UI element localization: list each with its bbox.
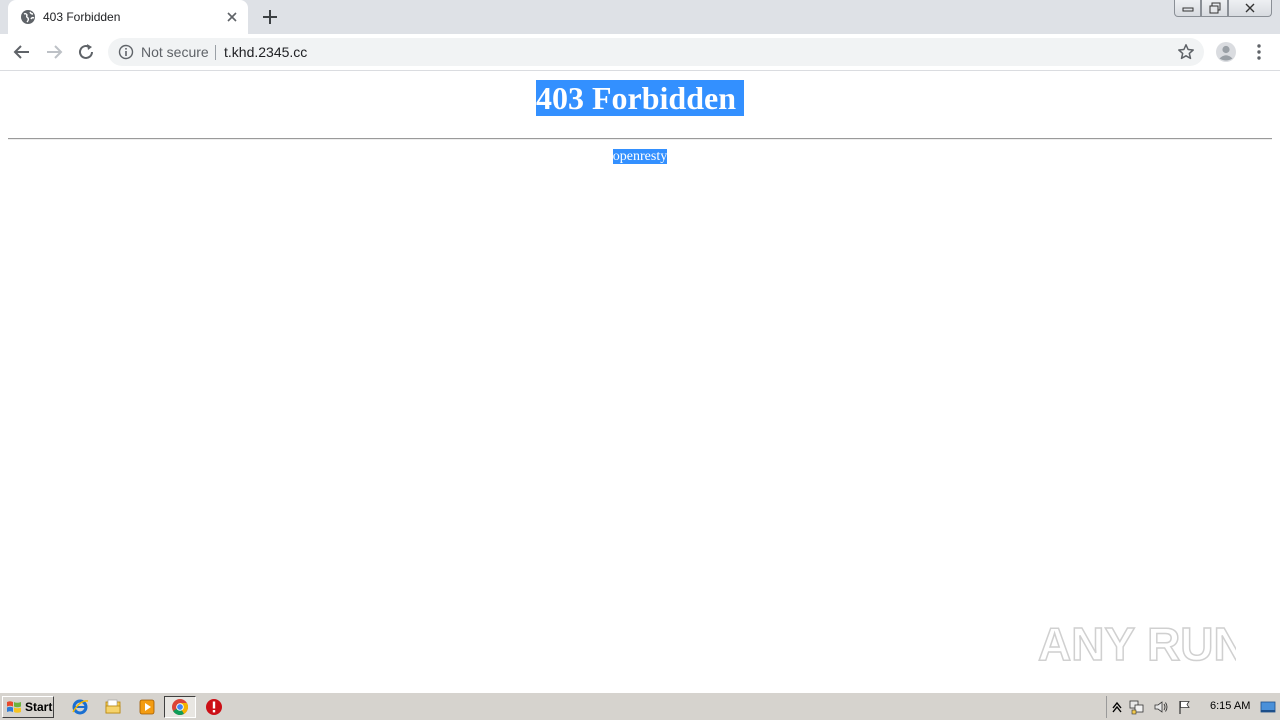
taskbar: Start 6:15 AM [0,692,1280,720]
browser-toolbar: Not secure t.khd.2345.cc [0,34,1280,71]
file-explorer-icon[interactable] [104,698,122,716]
start-button[interactable]: Start [2,696,54,718]
chrome-taskbar-button[interactable] [164,696,196,718]
url-text[interactable]: t.khd.2345.cc [224,44,307,60]
action-center-flag-icon[interactable] [1177,699,1193,715]
omnibox-divider [215,45,216,60]
close-tab-icon[interactable] [224,9,240,25]
close-window-icon [1245,3,1255,13]
close-window-button[interactable] [1228,0,1272,17]
server-signature-text: openresty [612,149,668,164]
back-arrow-icon[interactable] [12,42,32,62]
address-bar[interactable]: Not secure t.khd.2345.cc [108,38,1204,66]
anyrun-watermark: ANY RUN [1037,617,1236,671]
security-status[interactable]: Not secure [141,44,209,60]
new-tab-plus-icon[interactable] [260,7,280,27]
system-tray: 6:15 AM [1106,696,1280,718]
reload-icon[interactable] [76,42,96,62]
chrome-icon [172,699,188,715]
start-label: Start [25,700,53,714]
opera-warning-icon[interactable] [205,698,223,716]
server-signature: openresty [0,148,1280,166]
profile-avatar-icon[interactable] [1215,41,1237,63]
volume-icon[interactable] [1153,699,1169,715]
forward-arrow-icon[interactable] [44,42,64,62]
media-player-icon[interactable] [138,698,156,716]
window-controls [1174,0,1272,18]
minimize-button[interactable] [1174,0,1201,17]
page-viewport: 403 Forbidden openresty ANY RUN [0,72,1280,692]
restore-button[interactable] [1201,0,1228,17]
kebab-menu-icon[interactable] [1249,42,1269,62]
bookmark-star-icon[interactable] [1177,43,1195,61]
tab-strip: 403 Forbidden [0,0,1280,34]
windows-logo-icon [7,701,21,713]
horizontal-rule [8,138,1272,140]
globe-icon [21,10,35,24]
watermark-text: ANY RUN [1038,618,1236,670]
info-icon[interactable] [118,44,134,60]
show-hidden-icons-icon[interactable] [1109,699,1125,715]
restore-icon [1209,2,1220,14]
taskbar-clock[interactable]: 6:15 AM [1210,700,1250,712]
browser-tab[interactable]: 403 Forbidden [8,0,248,34]
show-desktop-icon[interactable] [1260,699,1276,715]
heading-text: 403 Forbidden [535,80,745,116]
internet-explorer-icon[interactable] [71,698,89,716]
tab-title: 403 Forbidden [43,10,121,24]
page-heading: 403 Forbidden [0,80,1280,116]
minimize-icon [1182,7,1193,12]
network-icon[interactable] [1129,699,1145,715]
